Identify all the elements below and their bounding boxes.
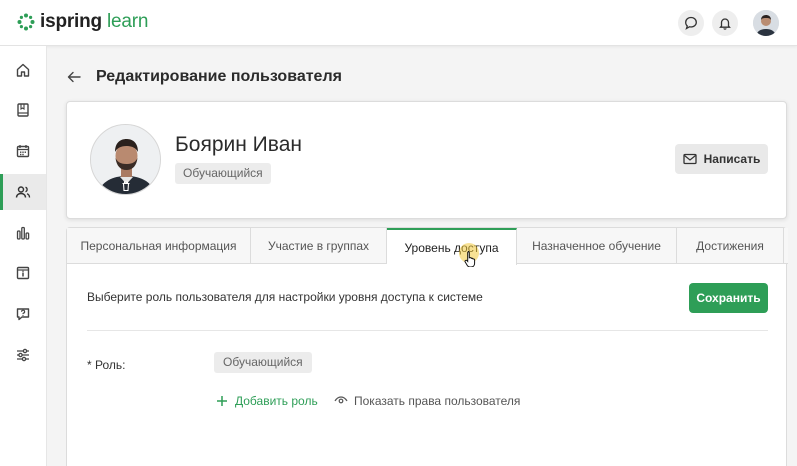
- user-avatar[interactable]: [753, 10, 779, 36]
- avatar-image: [753, 10, 779, 36]
- profile-avatar[interactable]: [90, 124, 161, 195]
- back-arrow-icon[interactable]: [66, 69, 82, 85]
- add-role-link[interactable]: Добавить роль: [216, 394, 318, 408]
- tab-access-level[interactable]: Уровень доступа: [387, 228, 517, 265]
- chat-button[interactable]: [678, 10, 704, 36]
- access-hint: Выберите роль пользователя для настройки…: [87, 290, 483, 304]
- write-message-button[interactable]: Написать: [675, 144, 768, 174]
- book-icon: [17, 103, 29, 117]
- tab-personal-info[interactable]: Персональная информация: [67, 228, 251, 264]
- chat-icon: [685, 16, 697, 30]
- profile-card: Боярин Иван Обучающийся Написать: [66, 101, 787, 219]
- sidebar-item-calendar[interactable]: [0, 133, 46, 169]
- notifications-button[interactable]: [712, 10, 738, 36]
- access-card: Персональная информация Участие в группа…: [66, 227, 788, 466]
- save-button[interactable]: Сохранить: [689, 283, 768, 313]
- sidebar-item-info[interactable]: [0, 255, 46, 291]
- hand-cursor-icon: [464, 251, 476, 267]
- users-icon: [15, 186, 31, 198]
- top-bar: ispring learn: [0, 0, 797, 46]
- role-field-label: * Роль:: [87, 358, 126, 372]
- eye-icon: [334, 396, 348, 404]
- logo-text: ispring learn: [40, 11, 148, 33]
- sidebar-item-help[interactable]: [0, 296, 46, 332]
- write-message-label: Написать: [703, 152, 761, 166]
- user-name: Боярин Иван: [175, 133, 302, 156]
- divider: [87, 330, 768, 331]
- sidebar: [0, 46, 47, 466]
- logo-icon: [17, 13, 35, 31]
- sidebar-item-reports[interactable]: [0, 215, 46, 251]
- tab-bar: Персональная информация Участие в группа…: [67, 228, 788, 267]
- delete-photo-button[interactable]: [118, 178, 134, 194]
- plus-icon: [217, 396, 227, 406]
- trash-icon: [122, 181, 130, 192]
- logo[interactable]: ispring learn: [17, 10, 148, 34]
- tab-achievements[interactable]: Достижения: [677, 228, 784, 264]
- home-icon: [16, 63, 30, 77]
- tab-assigned-learning[interactable]: Назначенное обучение: [517, 228, 677, 264]
- page-title: Редактирование пользователя: [96, 68, 342, 85]
- bar-chart-icon: [16, 226, 30, 240]
- page-header: Редактирование пользователя: [66, 64, 342, 90]
- sidebar-item-home[interactable]: [0, 52, 46, 88]
- help-icon: [16, 308, 30, 321]
- logo-text-learn: learn: [101, 11, 149, 32]
- bell-icon: [719, 18, 731, 30]
- logo-text-ispring: ispring: [40, 11, 102, 32]
- tab-groups[interactable]: Участие в группах: [251, 228, 387, 264]
- calendar-icon: [16, 145, 30, 158]
- show-rights-link[interactable]: Показать права пользователя: [334, 394, 520, 408]
- info-icon: [16, 266, 30, 280]
- show-rights-label: Показать права пользователя: [354, 394, 521, 408]
- sidebar-item-users[interactable]: [0, 174, 46, 210]
- sidebar-item-courses[interactable]: [0, 92, 46, 128]
- sliders-icon: [17, 348, 29, 362]
- add-role-label: Добавить роль: [235, 394, 318, 408]
- role-chip[interactable]: Обучающийся: [214, 352, 312, 373]
- role-badge: Обучающийся: [175, 163, 271, 184]
- mail-icon: [682, 153, 697, 165]
- sidebar-item-settings[interactable]: [0, 337, 46, 373]
